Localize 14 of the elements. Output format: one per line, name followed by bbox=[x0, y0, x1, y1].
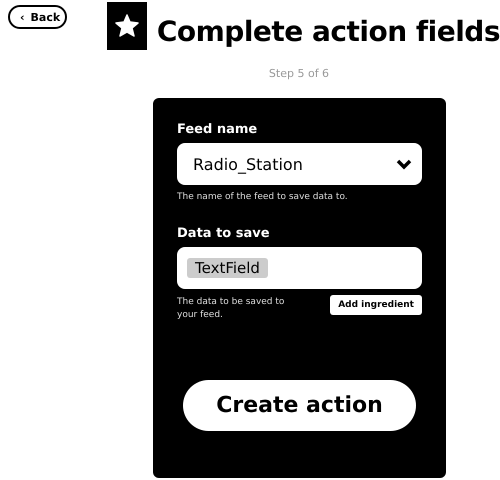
field-label: Data to save bbox=[177, 226, 271, 241]
create-action-button[interactable]: Create action bbox=[183, 380, 416, 431]
chevron-down-icon bbox=[396, 158, 412, 170]
help-text: The name of the feed to save data to. bbox=[177, 192, 349, 202]
field-label: Feed name bbox=[177, 122, 258, 137]
step-indicator: Step 5 of 6 bbox=[268, 67, 330, 80]
back-button[interactable]: ‹ Back bbox=[8, 5, 67, 29]
feed-select[interactable]: Radio_Station bbox=[177, 143, 422, 185]
add-ingredient-button[interactable]: Add ingredient bbox=[330, 295, 422, 315]
page-title: Complete action fields bbox=[156, 15, 500, 48]
ingredient-token[interactable]: TextField bbox=[187, 258, 268, 278]
star-icon bbox=[114, 14, 139, 38]
data-field[interactable]: TextField bbox=[177, 247, 422, 289]
help-text: The data to be saved to your feed. bbox=[177, 296, 286, 322]
